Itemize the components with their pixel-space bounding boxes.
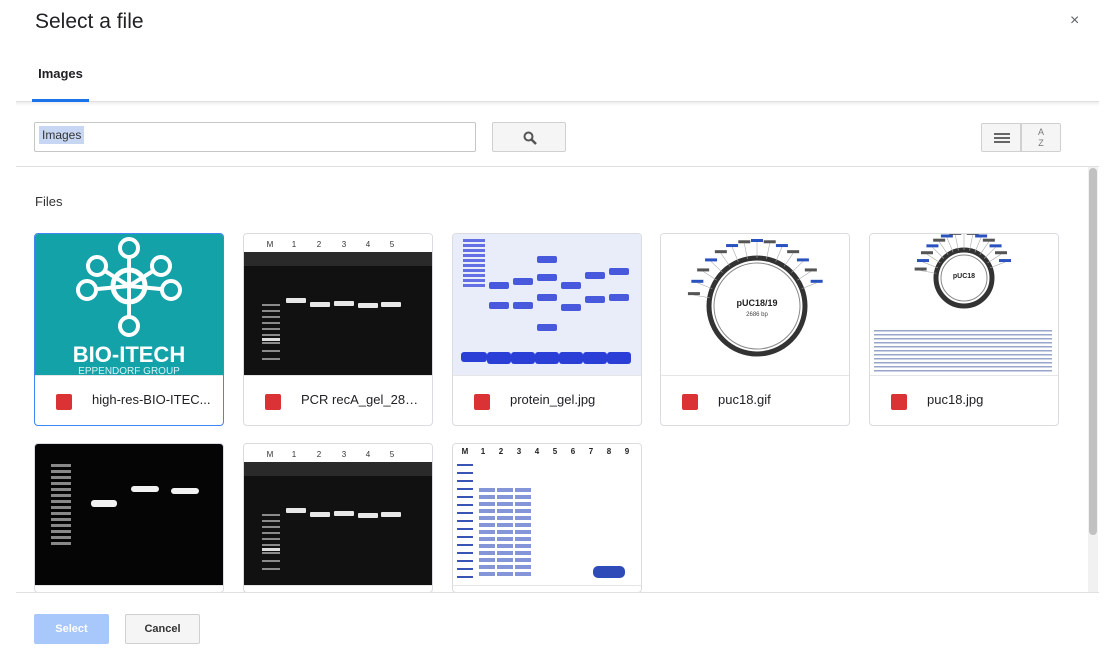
tab-divider [16, 102, 1099, 106]
search-input[interactable]: Images [34, 122, 476, 152]
svg-text:2: 2 [317, 240, 322, 249]
search-button[interactable] [492, 122, 566, 152]
file-label-bar: puc18.jpg [870, 375, 1058, 425]
tab-images[interactable]: Images [32, 62, 89, 102]
search-icon [523, 131, 537, 145]
file-card[interactable]: protein_gel.jpg [452, 233, 642, 426]
file-picker-dialog: Select a file × Images Images A Z Files … [0, 0, 1120, 665]
file-thumbnail [35, 444, 223, 585]
list-view-icon [994, 133, 1010, 143]
files-section-label: Files [35, 194, 63, 209]
svg-text:4: 4 [366, 450, 371, 459]
file-thumbnail: M 1 2 3 4 5 [244, 234, 432, 375]
toolbar-divider [16, 166, 1099, 167]
svg-text:4: 4 [366, 240, 371, 249]
svg-text:M: M [267, 240, 274, 249]
search-input-value: Images [39, 126, 85, 144]
svg-text:M: M [267, 450, 274, 459]
file-label-bar: PCR recA_gel_280... [244, 375, 432, 425]
svg-text:4: 4 [535, 447, 540, 456]
svg-text:6: 6 [571, 447, 576, 456]
svg-text:1: 1 [292, 450, 297, 459]
image-file-icon [474, 394, 490, 410]
file-card[interactable]: M 1 2 3 4 5 PCR recA_gel_280... [243, 233, 433, 426]
svg-text:3: 3 [342, 450, 347, 459]
image-file-icon [265, 394, 281, 410]
select-button[interactable]: Select [34, 614, 109, 644]
sort-button[interactable]: A Z [1021, 123, 1061, 152]
file-thumbnail: M 1 2 3 4 5 6 7 8 9 [453, 444, 641, 585]
svg-text:3: 3 [342, 240, 347, 249]
file-name: protein_gel.jpg [510, 392, 596, 407]
svg-text:BIO-ITECH: BIO-ITECH [73, 342, 185, 367]
file-card[interactable]: pUC18 puc18.jpg [869, 233, 1059, 426]
close-icon[interactable]: × [1070, 12, 1079, 30]
file-card[interactable] [34, 443, 224, 593]
svg-text:1: 1 [481, 447, 486, 456]
svg-text:2: 2 [499, 447, 504, 456]
svg-text:3: 3 [517, 447, 522, 456]
svg-text:pUC18/19: pUC18/19 [736, 298, 777, 308]
cancel-button[interactable]: Cancel [125, 614, 200, 644]
file-card[interactable]: pUC18/19 2686 bp puc18.gif [660, 233, 850, 426]
list-view-button[interactable] [981, 123, 1021, 152]
svg-text:2686 bp: 2686 bp [746, 312, 768, 318]
file-thumbnail: M 1 2 3 4 5 [244, 444, 432, 585]
dialog-title: Select a file [35, 10, 144, 33]
file-name: high-res-BIO-ITEC... [92, 392, 211, 407]
svg-text:5: 5 [553, 447, 558, 456]
sort-az-icon: A Z [1037, 127, 1044, 148]
image-file-icon [891, 394, 907, 410]
svg-text:5: 5 [390, 240, 395, 249]
svg-text:pUC18: pUC18 [953, 273, 975, 280]
svg-text:2: 2 [317, 450, 322, 459]
file-thumbnail: pUC18 [870, 234, 1058, 375]
svg-text:9: 9 [625, 447, 630, 456]
file-name: PCR recA_gel_280... [301, 392, 423, 407]
file-thumbnail [453, 234, 641, 375]
footer-divider [16, 592, 1099, 593]
image-file-icon [682, 394, 698, 410]
file-card[interactable]: M 1 2 3 4 5 6 7 8 9 [452, 443, 642, 593]
file-name: puc18.gif [718, 392, 771, 407]
file-card[interactable]: BIO-ITECH EPPENDORF GROUP high-res-BIO-ITE… [34, 233, 224, 426]
svg-text:1: 1 [292, 240, 297, 249]
file-name: puc18.jpg [927, 392, 984, 407]
svg-text:7: 7 [589, 447, 594, 456]
svg-text:8: 8 [607, 447, 612, 456]
file-thumbnail: BIO-ITECH EPPENDORF GROUP [35, 234, 223, 375]
svg-text:5: 5 [390, 450, 395, 459]
file-label-bar: protein_gel.jpg [453, 375, 641, 425]
tab-bar: Images [16, 62, 1099, 102]
scrollbar-thumb[interactable] [1089, 168, 1097, 535]
file-thumbnail: pUC18/19 2686 bp [661, 234, 849, 375]
file-card[interactable]: M 1 2 3 4 5 [243, 443, 433, 593]
file-label-bar: high-res-BIO-ITEC... [35, 375, 223, 425]
file-label-bar: puc18.gif [661, 375, 849, 425]
image-file-icon [56, 394, 72, 410]
svg-text:M: M [462, 447, 469, 456]
svg-text:EPPENDORF GROUP: EPPENDORF GROUP [78, 366, 180, 375]
